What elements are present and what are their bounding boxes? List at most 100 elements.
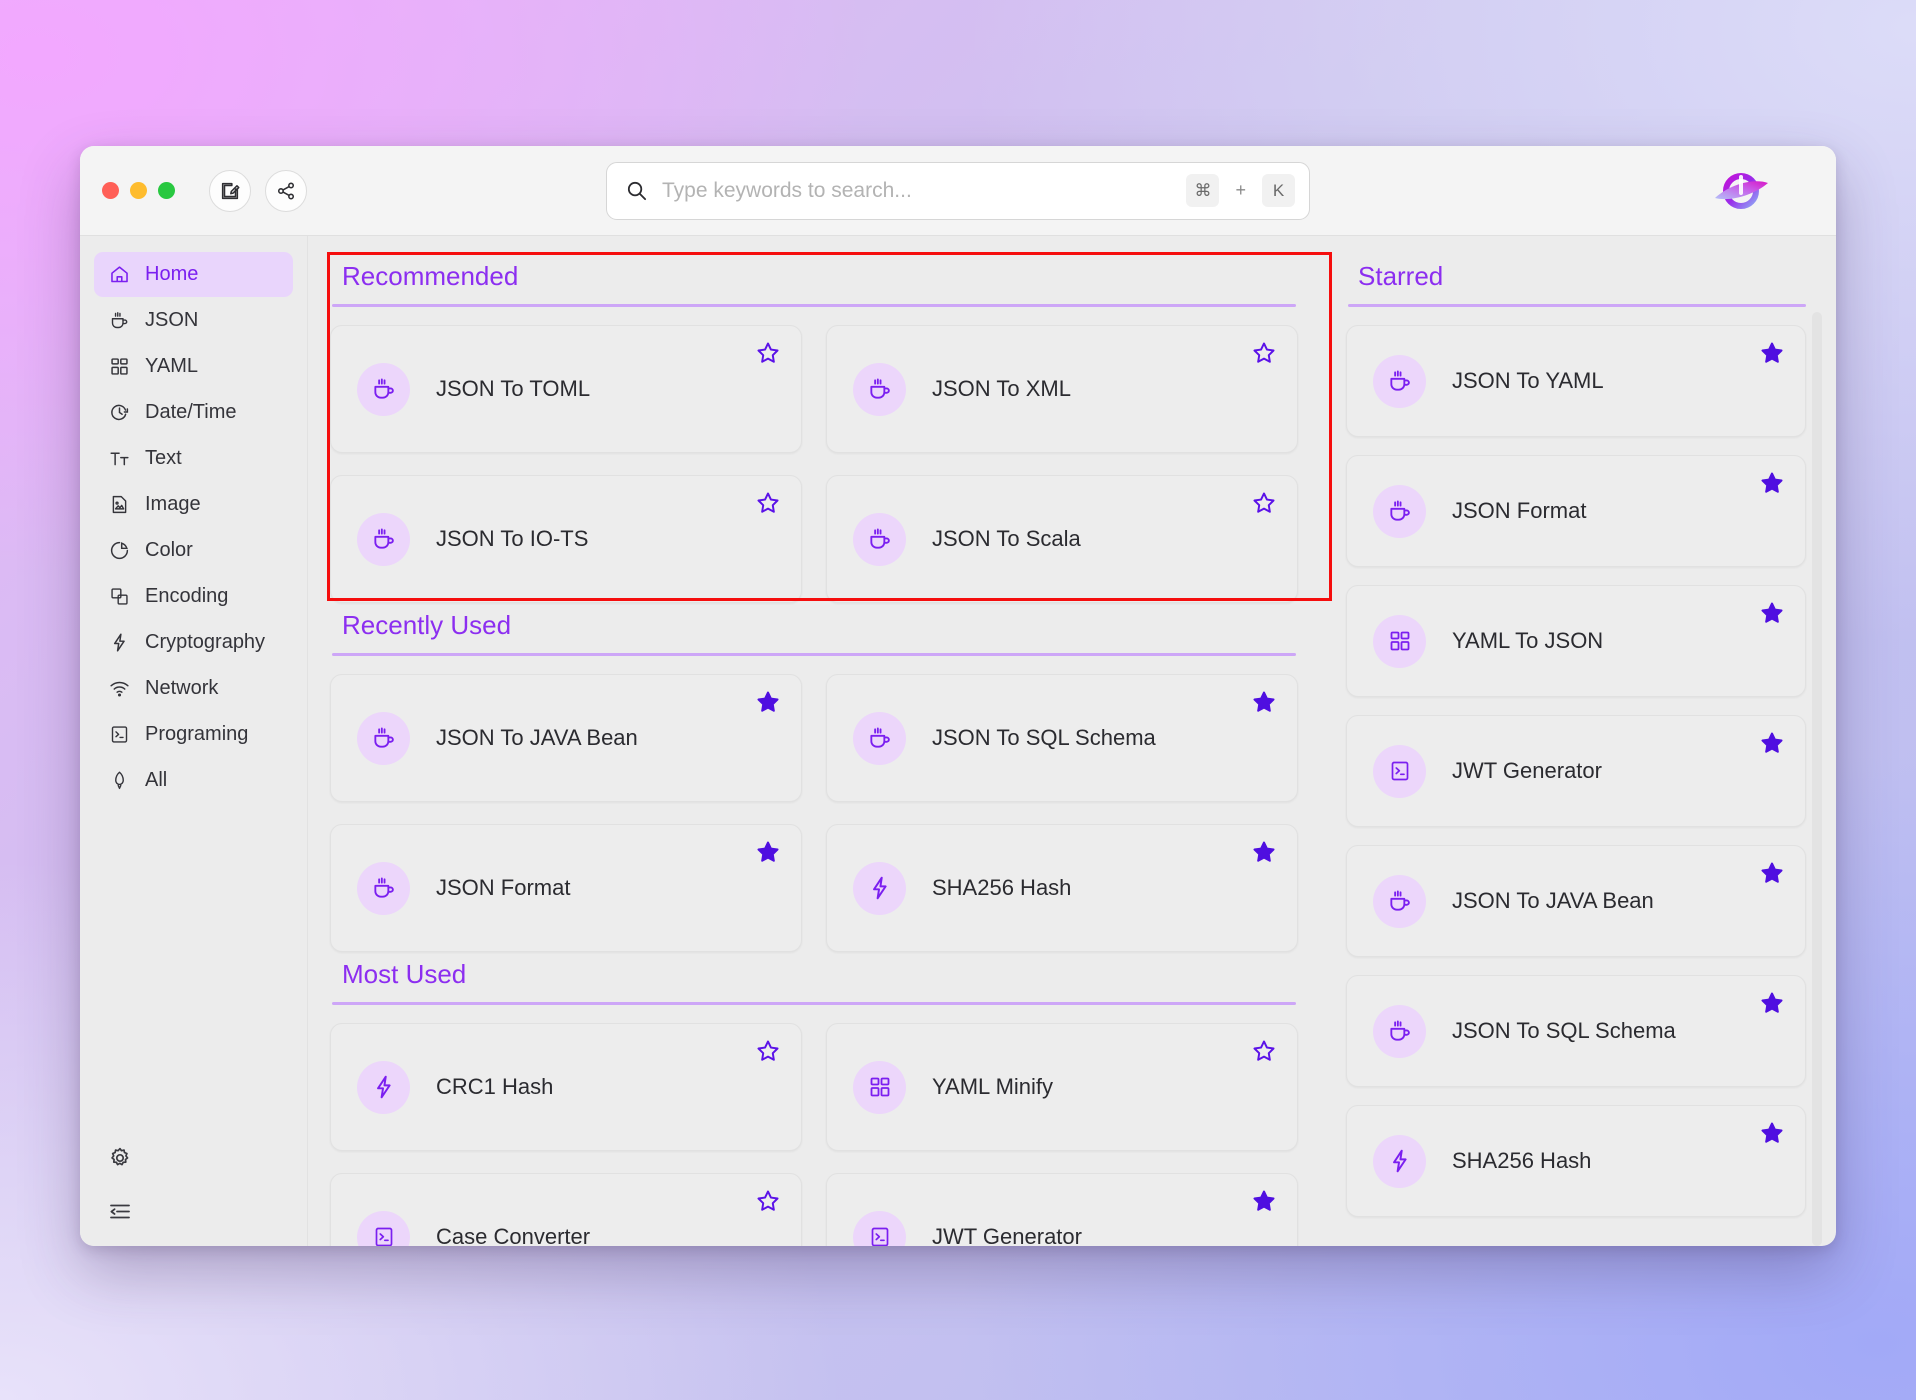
star-outline-icon[interactable] (1251, 490, 1277, 516)
star-filled-icon[interactable] (1759, 600, 1785, 626)
most-used-grid: CRC1 Hash YAML Minify Case Converter JWT… (330, 1023, 1298, 1246)
sidebar-item-all[interactable]: All (94, 758, 293, 803)
list-item-label: YAML To JSON (1452, 628, 1604, 653)
window-body: Home JSON YAML Date/Time Text Image Colo… (80, 236, 1836, 1246)
star-outline-icon[interactable] (1251, 1038, 1277, 1064)
star-outline-icon[interactable] (755, 1188, 781, 1214)
tool-card[interactable]: JSON Format (330, 824, 802, 952)
star-filled-icon[interactable] (1759, 1120, 1785, 1146)
list-item[interactable]: JSON To SQL Schema (1346, 975, 1806, 1087)
list-item[interactable]: JSON To JAVA Bean (1346, 845, 1806, 957)
lightning-icon (853, 861, 906, 915)
app-window: ⌘ + K (80, 146, 1836, 1246)
list-item-label: JSON Format (1452, 498, 1587, 523)
coffee-cup-icon (1373, 354, 1426, 408)
star-filled-icon[interactable] (1759, 990, 1785, 1016)
star-filled-icon[interactable] (1759, 730, 1785, 756)
tool-card[interactable]: JSON To JAVA Bean (330, 674, 802, 802)
edit-button[interactable] (209, 169, 251, 212)
sidebar-item-json[interactable]: JSON (94, 298, 293, 343)
terminal-icon (853, 1210, 906, 1246)
section-divider (332, 304, 1296, 307)
section-title-recommended: Recommended (342, 261, 519, 291)
tool-card[interactable]: JSON To IO-TS (330, 475, 802, 603)
main-content: Recommended JSON To TOML JSON To XML JSO… (308, 236, 1836, 1246)
tool-card[interactable]: JSON To SQL Schema (826, 674, 1298, 802)
star-filled-icon[interactable] (755, 839, 781, 865)
section-title-most-used: Most Used (342, 959, 467, 989)
sidebar-item-home[interactable]: Home (94, 252, 293, 297)
tool-card[interactable]: Case Converter (330, 1173, 802, 1246)
tool-card[interactable]: SHA256 Hash (826, 824, 1298, 952)
minimize-button[interactable] (130, 182, 147, 199)
sidebar-item-cryptography[interactable]: Cryptography (94, 620, 293, 665)
sidebar-item-text[interactable]: Text (94, 436, 293, 481)
sidebar-item-label: Color (145, 539, 193, 561)
list-item-label: JWT Generator (1452, 758, 1602, 783)
sidebar-item-label: Image (145, 493, 201, 515)
search-bar[interactable]: ⌘ + K (606, 161, 1310, 220)
tool-card-label: JSON To JAVA Bean (436, 725, 638, 750)
text-size-icon (108, 448, 130, 470)
list-item-label: JSON To YAML (1452, 368, 1604, 393)
star-filled-icon[interactable] (1251, 689, 1277, 715)
search-container: ⌘ + K (606, 161, 1310, 220)
tool-card[interactable]: JSON To XML (826, 325, 1298, 453)
star-filled-icon[interactable] (1759, 470, 1785, 496)
tool-card-label: JSON To IO-TS (436, 526, 589, 551)
star-outline-icon[interactable] (755, 1038, 781, 1064)
star-outline-icon[interactable] (1251, 340, 1277, 366)
star-outline-icon[interactable] (755, 340, 781, 366)
maximize-button[interactable] (158, 182, 175, 199)
tool-card-label: JSON Format (436, 875, 571, 900)
sidebar-item-yaml[interactable]: YAML (94, 344, 293, 389)
sidebar-item-encoding[interactable]: Encoding (94, 574, 293, 619)
tool-card-label: Case Converter (436, 1224, 591, 1246)
sidebar-item-image[interactable]: Image (94, 482, 293, 527)
sidebar-item-label: Home (145, 263, 199, 285)
search-input[interactable] (662, 178, 1173, 203)
sidebar-item-programing[interactable]: Programing (94, 712, 293, 757)
star-filled-icon[interactable] (1759, 860, 1785, 886)
starred-list: JSON To YAML JSON Format YAML To JSON JW… (1346, 325, 1836, 1217)
star-outline-icon[interactable] (755, 490, 781, 516)
coffee-cup-icon (357, 861, 410, 915)
starred-scrollbar[interactable] (1812, 312, 1822, 1246)
list-item[interactable]: JSON Format (1346, 455, 1806, 567)
list-item[interactable]: SHA256 Hash (1346, 1105, 1806, 1217)
list-item[interactable]: JSON To YAML (1346, 325, 1806, 437)
coffee-cup-icon (357, 512, 410, 566)
section-title-recently-used: Recently Used (342, 610, 512, 640)
close-button[interactable] (102, 182, 119, 199)
tool-card-label: SHA256 Hash (932, 875, 1072, 900)
coffee-cup-icon (108, 310, 130, 332)
share-button[interactable] (265, 169, 307, 212)
tool-card[interactable]: JSON To Scala (826, 475, 1298, 603)
layers-icon (108, 586, 130, 608)
star-filled-icon[interactable] (755, 689, 781, 715)
star-filled-icon[interactable] (1251, 839, 1277, 865)
tool-card[interactable]: JWT Generator (826, 1173, 1298, 1246)
coffee-cup-icon (1373, 1004, 1426, 1058)
tool-card[interactable]: YAML Minify (826, 1023, 1298, 1151)
sidebar-item-color[interactable]: Color (94, 528, 293, 573)
lightning-icon (357, 1060, 410, 1114)
tool-card[interactable]: JSON To TOML (330, 325, 802, 453)
sidebar-item-network[interactable]: Network (94, 666, 293, 711)
share-icon (275, 180, 297, 202)
list-item[interactable]: JWT Generator (1346, 715, 1806, 827)
recently-used-grid: JSON To JAVA Bean JSON To SQL Schema JSO… (330, 674, 1298, 952)
tool-card[interactable]: CRC1 Hash (330, 1023, 802, 1151)
collapse-sidebar-icon[interactable] (108, 1200, 132, 1224)
section-title-starred: Starred (1358, 261, 1444, 291)
sidebar-item-label: Cryptography (145, 631, 266, 653)
terminal-icon (357, 1210, 410, 1246)
sidebar-item-datetime[interactable]: Date/Time (94, 390, 293, 435)
star-filled-icon[interactable] (1759, 340, 1785, 366)
starred-column: Starred JSON To YAML JSON Format YAML To… (1324, 236, 1836, 1246)
sidebar-item-label: Network (145, 677, 219, 699)
star-filled-icon[interactable] (1251, 1188, 1277, 1214)
list-item[interactable]: YAML To JSON (1346, 585, 1806, 697)
grid-icon (853, 1060, 906, 1114)
gear-icon[interactable] (108, 1146, 132, 1170)
